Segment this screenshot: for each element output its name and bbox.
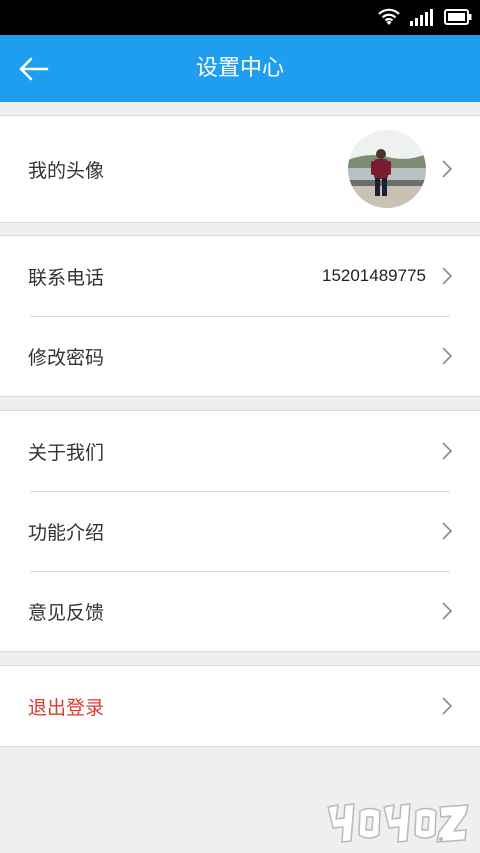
about-us-label: 关于我们: [28, 441, 105, 464]
watermark-logo: [327, 803, 469, 843]
avatar: [348, 130, 426, 208]
feedback-row[interactable]: 意见反馈: [0, 571, 480, 651]
change-password-row[interactable]: 修改密码: [0, 316, 480, 396]
account-group: 联系电话 15201489775 修改密码: [0, 235, 480, 397]
phone-value: 15201489775: [321, 266, 426, 285]
app-bar: 设置中心: [0, 35, 480, 102]
chevron-right-icon: [442, 442, 452, 460]
chevron-right-icon: [442, 267, 452, 285]
page-title: 设置中心: [195, 56, 284, 81]
about-us-row[interactable]: 关于我们: [0, 411, 480, 491]
arrow-left-icon: [19, 57, 49, 81]
chevron-right-icon: [442, 522, 452, 540]
back-button[interactable]: [16, 51, 52, 87]
info-group: 关于我们 功能介绍 意见反馈: [0, 410, 480, 652]
session-group: 退出登录: [0, 665, 480, 747]
phone-row[interactable]: 联系电话 15201489775: [0, 236, 480, 316]
avatar-label: 我的头像: [28, 159, 105, 182]
feedback-label: 意见反馈: [28, 601, 105, 624]
profile-group: 我的头像: [0, 115, 480, 223]
wifi-icon: [378, 8, 400, 25]
logout-row[interactable]: 退出登录: [0, 666, 480, 746]
logout-label: 退出登录: [28, 696, 105, 719]
features-row[interactable]: 功能介绍: [0, 491, 480, 571]
chevron-right-icon: [442, 347, 452, 365]
signal-icon: [410, 9, 433, 26]
avatar-row[interactable]: 我的头像: [0, 116, 480, 222]
battery-icon: [444, 9, 472, 25]
change-password-label: 修改密码: [28, 346, 105, 369]
features-label: 功能介绍: [28, 521, 105, 544]
chevron-right-icon: [442, 697, 452, 715]
chevron-right-icon: [442, 160, 452, 178]
status-icons: [378, 6, 472, 28]
avatar-image: [348, 130, 426, 208]
status-bar: [0, 0, 480, 35]
phone-label: 联系电话: [28, 266, 105, 289]
chevron-right-icon: [442, 602, 452, 620]
